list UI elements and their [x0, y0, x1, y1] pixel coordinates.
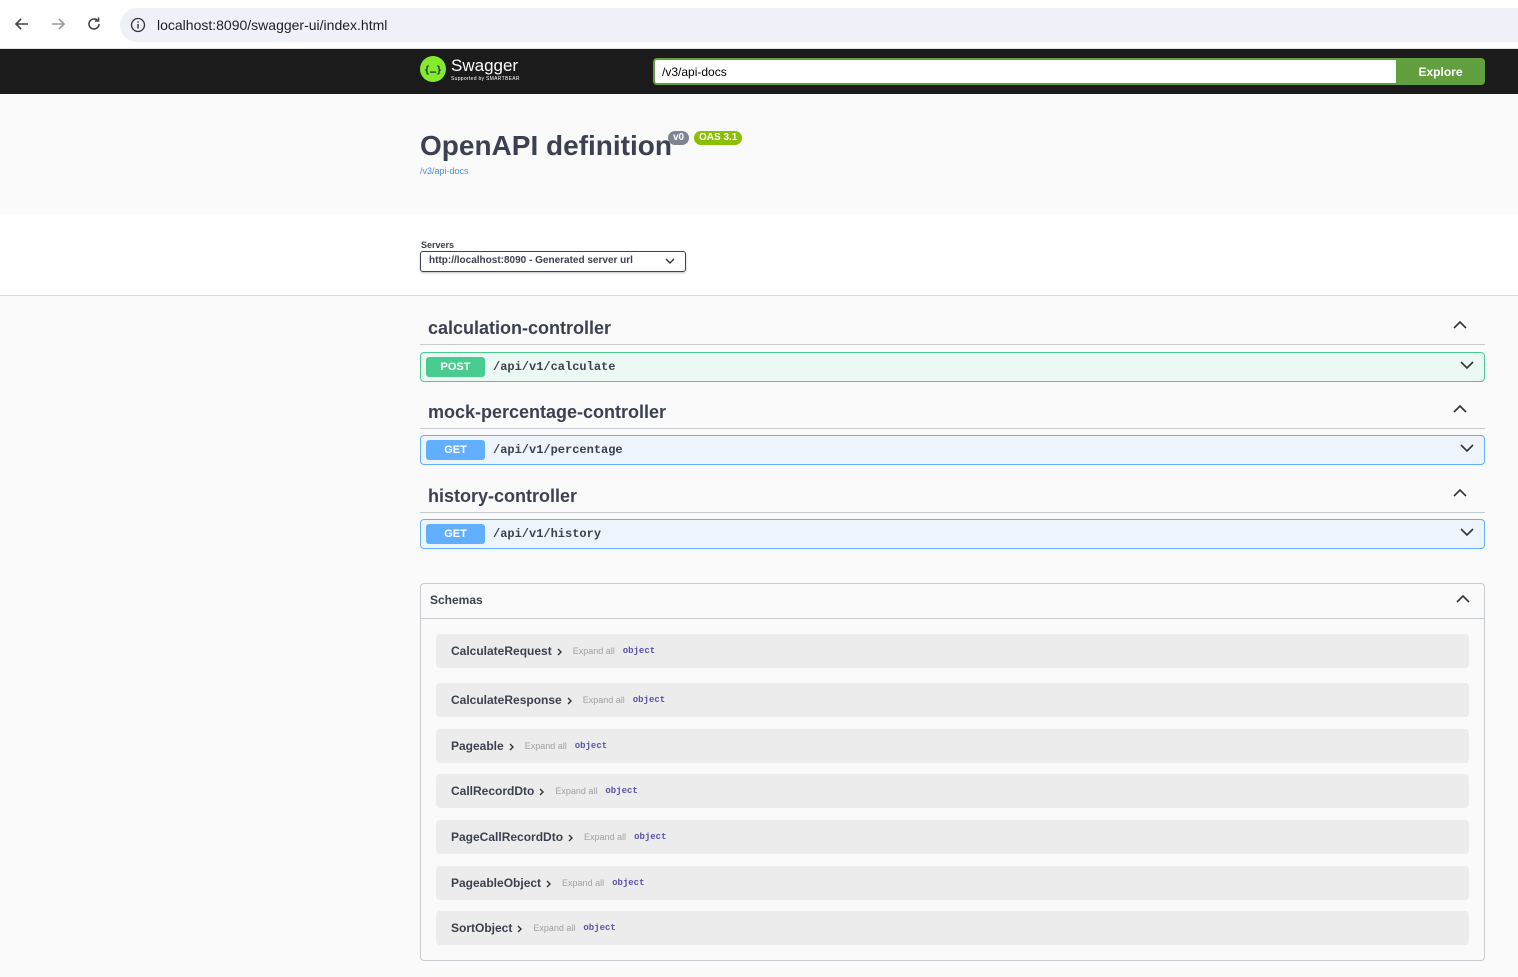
- version-badge: v0: [668, 131, 690, 145]
- tag-mock-percentage-controller[interactable]: mock-percentage-controller: [420, 395, 1485, 429]
- schema-model[interactable]: PageableObject Expand all object: [436, 866, 1469, 900]
- schema-model[interactable]: Pageable Expand all object: [436, 729, 1469, 763]
- swagger-logo-icon: {…}: [420, 56, 446, 82]
- tag-name: calculation-controller: [428, 318, 612, 338]
- chevron-right-icon[interactable]: [539, 788, 545, 796]
- schema-name[interactable]: PageCallRecordDto: [451, 830, 563, 844]
- chevron-down-icon[interactable]: [1460, 527, 1474, 537]
- svg-text:{…}: {…}: [424, 65, 442, 76]
- schema-type: object: [605, 786, 638, 796]
- schema-model[interactable]: SortObject Expand all object: [436, 911, 1469, 945]
- chevron-up-icon[interactable]: [1453, 320, 1467, 330]
- chevron-right-icon[interactable]: [509, 743, 515, 751]
- schema-name[interactable]: SortObject: [451, 921, 512, 935]
- expand-all-button[interactable]: Expand all: [573, 646, 615, 656]
- schema-type: object: [622, 646, 656, 656]
- method-badge: POST: [426, 357, 485, 377]
- chevron-right-icon[interactable]: [517, 925, 523, 933]
- chevron-down-icon: [665, 258, 675, 264]
- expand-all-button[interactable]: Expand all: [525, 741, 567, 751]
- tag-calculation-controller[interactable]: calculation-controller: [420, 311, 1485, 345]
- schemas-section: Schemas CalculateRequest Expand all obje…: [420, 583, 1485, 961]
- tag-name: history-controller: [428, 486, 578, 506]
- expand-all-button[interactable]: Expand all: [562, 878, 604, 888]
- schema-model[interactable]: CallRecordDto Expand all object: [436, 774, 1469, 808]
- schema-type: object: [632, 695, 666, 705]
- page-title: OpenAPI definition: [420, 130, 672, 161]
- swagger-logo[interactable]: {…} Swagger Supported by SMARTBEAR: [420, 56, 520, 82]
- spec-link[interactable]: /v3/api-docs: [420, 166, 469, 176]
- schema-type: object: [583, 923, 616, 933]
- spec-url-input[interactable]: /v3/api-docs: [653, 58, 1396, 85]
- logo-name: Swagger: [451, 55, 519, 75]
- browser-toolbar: localhost:8090/swagger-ui/index.html: [0, 0, 1518, 49]
- site-info-icon[interactable]: [130, 17, 146, 33]
- operation-path: /api/v1/history: [493, 527, 602, 541]
- expand-all-button[interactable]: Expand all: [583, 695, 625, 705]
- oas-badge: OAS 3.1: [694, 131, 743, 145]
- chevron-down-icon[interactable]: [1460, 360, 1474, 370]
- schema-model[interactable]: CalculateResponse Expand all object: [436, 683, 1469, 717]
- chevron-up-icon[interactable]: [1456, 594, 1470, 604]
- operation-path: /api/v1/calculate: [493, 360, 616, 374]
- tag-name: mock-percentage-controller: [428, 402, 667, 422]
- address-bar[interactable]: localhost:8090/swagger-ui/index.html: [120, 8, 1518, 42]
- servers-label: Servers: [421, 240, 455, 250]
- expand-all-button[interactable]: Expand all: [555, 786, 597, 796]
- expand-all-button[interactable]: Expand all: [584, 832, 626, 842]
- operation-path: /api/v1/percentage: [493, 443, 623, 457]
- chevron-up-icon[interactable]: [1453, 404, 1467, 414]
- url-text: localhost:8090/swagger-ui/index.html: [157, 17, 388, 33]
- chevron-right-icon[interactable]: [568, 834, 574, 842]
- operation-get-history[interactable]: GET /api/v1/history: [420, 519, 1485, 549]
- chevron-up-icon[interactable]: [1453, 488, 1467, 498]
- schema-type: object: [612, 878, 645, 888]
- servers-selected-value: http://localhost:8090 - Generated server…: [429, 255, 633, 266]
- schema-name[interactable]: Pageable: [451, 739, 504, 753]
- tag-history-controller[interactable]: history-controller: [420, 479, 1485, 513]
- operation-get-percentage[interactable]: GET /api/v1/percentage: [420, 435, 1485, 465]
- reload-icon[interactable]: [82, 12, 106, 36]
- chevron-right-icon[interactable]: [557, 648, 563, 656]
- schema-name[interactable]: PageableObject: [451, 876, 541, 890]
- servers-section: Servers http://localhost:8090 - Generate…: [0, 214, 1518, 296]
- method-badge: GET: [426, 524, 485, 544]
- explore-button[interactable]: Explore: [1396, 58, 1485, 85]
- schema-name[interactable]: CallRecordDto: [451, 784, 534, 798]
- schema-model[interactable]: PageCallRecordDto Expand all object: [436, 820, 1469, 854]
- chevron-right-icon[interactable]: [546, 880, 552, 888]
- chevron-down-icon[interactable]: [1460, 443, 1474, 453]
- operation-post-calculate[interactable]: POST /api/v1/calculate: [420, 352, 1485, 382]
- logo-subtitle: Supported by SMARTBEAR: [451, 75, 520, 82]
- back-icon[interactable]: [10, 12, 34, 36]
- schemas-header[interactable]: Schemas: [421, 584, 1484, 619]
- method-badge: GET: [426, 440, 485, 460]
- swagger-topbar: {…} Swagger Supported by SMARTBEAR /v3/a…: [0, 49, 1518, 94]
- forward-icon[interactable]: [46, 12, 70, 36]
- schema-model[interactable]: CalculateRequest Expand all object: [436, 634, 1469, 668]
- servers-select[interactable]: http://localhost:8090 - Generated server…: [420, 251, 686, 272]
- expand-all-button[interactable]: Expand all: [533, 923, 575, 933]
- info-section: OpenAPI definition v0 OAS 3.1 /v3/api-do…: [0, 94, 1518, 214]
- chevron-right-icon[interactable]: [567, 697, 573, 705]
- schema-type: object: [634, 832, 667, 842]
- schema-name[interactable]: CalculateRequest: [451, 644, 552, 658]
- schemas-title: Schemas: [430, 593, 483, 607]
- schema-type: object: [574, 741, 608, 751]
- schema-name[interactable]: CalculateResponse: [451, 693, 562, 707]
